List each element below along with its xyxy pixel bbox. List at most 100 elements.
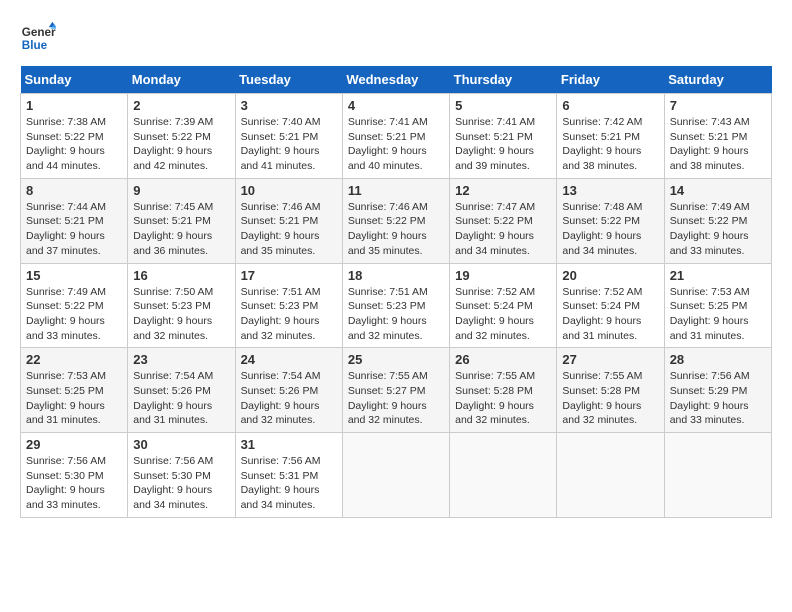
day-cell: 8Sunrise: 7:44 AMSunset: 5:21 PMDaylight… xyxy=(21,178,128,263)
day-cell: 31 Sunrise: 7:56 AMSunset: 5:31 PMDayligh… xyxy=(235,433,342,518)
day-number: 28 xyxy=(670,352,766,367)
day-info: Sunrise: 7:56 AMSunset: 5:31 PMDaylight:… xyxy=(241,454,337,513)
logo: General Blue xyxy=(20,20,60,56)
day-info: Sunrise: 7:44 AMSunset: 5:21 PMDaylight:… xyxy=(26,200,122,259)
week-row-0: 1 Sunrise: 7:38 AMSunset: 5:22 PMDaylight… xyxy=(21,94,772,179)
day-number: 15 xyxy=(26,268,122,283)
day-number: 17 xyxy=(241,268,337,283)
day-cell: 27 Sunrise: 7:55 AMSunset: 5:28 PMDayligh… xyxy=(557,348,664,433)
day-number: 27 xyxy=(562,352,658,367)
day-info: Sunrise: 7:54 AMSunset: 5:26 PMDaylight:… xyxy=(133,369,229,428)
day-cell: 24 Sunrise: 7:54 AMSunset: 5:26 PMDayligh… xyxy=(235,348,342,433)
day-info: Sunrise: 7:54 AMSunset: 5:26 PMDaylight:… xyxy=(241,369,337,428)
day-cell: 29 Sunrise: 7:56 AMSunset: 5:30 PMDayligh… xyxy=(21,433,128,518)
day-info: Sunrise: 7:49 AMSunset: 5:22 PMDaylight:… xyxy=(26,285,122,344)
day-info: Sunrise: 7:40 AMSunset: 5:21 PMDaylight:… xyxy=(241,115,337,174)
day-cell: 11 Sunrise: 7:46 AMSunset: 5:22 PMDayligh… xyxy=(342,178,449,263)
day-info: Sunrise: 7:56 AMSunset: 5:30 PMDaylight:… xyxy=(26,454,122,513)
day-cell: 4 Sunrise: 7:41 AMSunset: 5:21 PMDaylight… xyxy=(342,94,449,179)
week-row-3: 22 Sunrise: 7:53 AMSunset: 5:25 PMDayligh… xyxy=(21,348,772,433)
day-cell: 7 Sunrise: 7:43 AMSunset: 5:21 PMDaylight… xyxy=(664,94,771,179)
header-row: SundayMondayTuesdayWednesdayThursdayFrid… xyxy=(21,66,772,94)
svg-text:General: General xyxy=(22,26,56,39)
day-cell xyxy=(557,433,664,518)
day-info: Sunrise: 7:51 AMSunset: 5:23 PMDaylight:… xyxy=(348,285,444,344)
day-number: 18 xyxy=(348,268,444,283)
day-cell: 20Sunrise: 7:52 AMSunset: 5:24 PMDayligh… xyxy=(557,263,664,348)
day-info: Sunrise: 7:55 AMSunset: 5:28 PMDaylight:… xyxy=(562,369,658,428)
day-info: Sunrise: 7:52 AMSunset: 5:24 PMDaylight:… xyxy=(562,285,658,344)
day-number: 29 xyxy=(26,437,122,452)
svg-text:Blue: Blue xyxy=(22,39,48,52)
day-number: 14 xyxy=(670,183,766,198)
day-info: Sunrise: 7:41 AMSunset: 5:21 PMDaylight:… xyxy=(455,115,551,174)
day-number: 13 xyxy=(562,183,658,198)
day-number: 2 xyxy=(133,98,229,113)
day-info: Sunrise: 7:55 AMSunset: 5:27 PMDaylight:… xyxy=(348,369,444,428)
day-number: 16 xyxy=(133,268,229,283)
day-info: Sunrise: 7:38 AMSunset: 5:22 PMDaylight:… xyxy=(26,115,122,174)
day-cell xyxy=(450,433,557,518)
day-cell: 18 Sunrise: 7:51 AMSunset: 5:23 PMDayligh… xyxy=(342,263,449,348)
day-info: Sunrise: 7:50 AMSunset: 5:23 PMDaylight:… xyxy=(133,285,229,344)
day-number: 19 xyxy=(455,268,551,283)
day-number: 1 xyxy=(26,98,122,113)
day-cell: 30 Sunrise: 7:56 AMSunset: 5:30 PMDayligh… xyxy=(128,433,235,518)
day-cell xyxy=(664,433,771,518)
day-info: Sunrise: 7:46 AMSunset: 5:21 PMDaylight:… xyxy=(241,200,337,259)
day-cell: 13 Sunrise: 7:48 AMSunset: 5:22 PMDayligh… xyxy=(557,178,664,263)
day-number: 5 xyxy=(455,98,551,113)
day-info: Sunrise: 7:56 AMSunset: 5:29 PMDaylight:… xyxy=(670,369,766,428)
header-cell-saturday: Saturday xyxy=(664,66,771,94)
day-info: Sunrise: 7:43 AMSunset: 5:21 PMDaylight:… xyxy=(670,115,766,174)
week-row-1: 8Sunrise: 7:44 AMSunset: 5:21 PMDaylight… xyxy=(21,178,772,263)
day-number: 10 xyxy=(241,183,337,198)
day-cell: 9 Sunrise: 7:45 AMSunset: 5:21 PMDaylight… xyxy=(128,178,235,263)
day-number: 25 xyxy=(348,352,444,367)
day-info: Sunrise: 7:46 AMSunset: 5:22 PMDaylight:… xyxy=(348,200,444,259)
day-number: 7 xyxy=(670,98,766,113)
day-number: 3 xyxy=(241,98,337,113)
day-info: Sunrise: 7:53 AMSunset: 5:25 PMDaylight:… xyxy=(26,369,122,428)
day-number: 24 xyxy=(241,352,337,367)
header-cell-thursday: Thursday xyxy=(450,66,557,94)
day-info: Sunrise: 7:49 AMSunset: 5:22 PMDaylight:… xyxy=(670,200,766,259)
day-number: 22 xyxy=(26,352,122,367)
day-info: Sunrise: 7:39 AMSunset: 5:22 PMDaylight:… xyxy=(133,115,229,174)
day-number: 23 xyxy=(133,352,229,367)
day-info: Sunrise: 7:45 AMSunset: 5:21 PMDaylight:… xyxy=(133,200,229,259)
logo-icon: General Blue xyxy=(20,20,56,56)
day-cell: 22 Sunrise: 7:53 AMSunset: 5:25 PMDayligh… xyxy=(21,348,128,433)
day-cell: 28 Sunrise: 7:56 AMSunset: 5:29 PMDayligh… xyxy=(664,348,771,433)
header-cell-tuesday: Tuesday xyxy=(235,66,342,94)
day-number: 26 xyxy=(455,352,551,367)
day-cell: 1 Sunrise: 7:38 AMSunset: 5:22 PMDaylight… xyxy=(21,94,128,179)
day-info: Sunrise: 7:48 AMSunset: 5:22 PMDaylight:… xyxy=(562,200,658,259)
header-cell-wednesday: Wednesday xyxy=(342,66,449,94)
day-cell: 26 Sunrise: 7:55 AMSunset: 5:28 PMDayligh… xyxy=(450,348,557,433)
day-number: 11 xyxy=(348,183,444,198)
day-number: 4 xyxy=(348,98,444,113)
day-info: Sunrise: 7:47 AMSunset: 5:22 PMDaylight:… xyxy=(455,200,551,259)
week-row-4: 29 Sunrise: 7:56 AMSunset: 5:30 PMDayligh… xyxy=(21,433,772,518)
page-header: General Blue xyxy=(20,20,772,56)
day-number: 21 xyxy=(670,268,766,283)
day-info: Sunrise: 7:41 AMSunset: 5:21 PMDaylight:… xyxy=(348,115,444,174)
day-number: 12 xyxy=(455,183,551,198)
day-info: Sunrise: 7:53 AMSunset: 5:25 PMDaylight:… xyxy=(670,285,766,344)
day-number: 30 xyxy=(133,437,229,452)
day-info: Sunrise: 7:42 AMSunset: 5:21 PMDaylight:… xyxy=(562,115,658,174)
day-cell: 6Sunrise: 7:42 AMSunset: 5:21 PMDaylight… xyxy=(557,94,664,179)
day-info: Sunrise: 7:55 AMSunset: 5:28 PMDaylight:… xyxy=(455,369,551,428)
day-number: 31 xyxy=(241,437,337,452)
day-cell: 3 Sunrise: 7:40 AMSunset: 5:21 PMDaylight… xyxy=(235,94,342,179)
header-cell-sunday: Sunday xyxy=(21,66,128,94)
day-number: 9 xyxy=(133,183,229,198)
day-cell: 16 Sunrise: 7:50 AMSunset: 5:23 PMDayligh… xyxy=(128,263,235,348)
day-cell: 23 Sunrise: 7:54 AMSunset: 5:26 PMDayligh… xyxy=(128,348,235,433)
header-cell-monday: Monday xyxy=(128,66,235,94)
day-cell: 10 Sunrise: 7:46 AMSunset: 5:21 PMDayligh… xyxy=(235,178,342,263)
day-info: Sunrise: 7:56 AMSunset: 5:30 PMDaylight:… xyxy=(133,454,229,513)
day-info: Sunrise: 7:52 AMSunset: 5:24 PMDaylight:… xyxy=(455,285,551,344)
day-cell: 19 Sunrise: 7:52 AMSunset: 5:24 PMDayligh… xyxy=(450,263,557,348)
